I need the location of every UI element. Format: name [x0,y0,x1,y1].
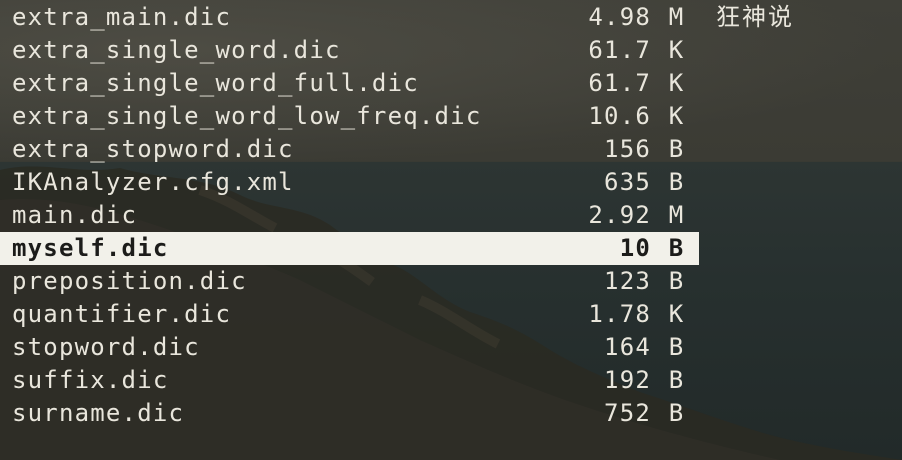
file-size-unit: K [668,300,684,328]
file-size-unit: B [668,399,684,427]
file-row[interactable]: quantifier.dic 1.78 K [0,298,699,331]
file-row[interactable]: extra_main.dic 4.98 M [0,1,699,34]
file-row[interactable]: IKAnalyzer.cfg.xml 635 B [0,166,699,199]
file-name: main.dic [12,201,138,229]
file-size: 156 [604,135,651,163]
file-name: stopword.dic [12,333,200,361]
file-size-unit: B [668,168,684,196]
file-row[interactable]: extra_single_word.dic 61.7 K [0,34,699,67]
file-size-unit: B [668,333,684,361]
file-size-unit: K [668,69,684,97]
file-name: myself.dic [12,234,169,262]
file-name: surname.dic [12,399,185,427]
file-name: quantifier.dic [12,300,232,328]
file-row[interactable]: surname.dic 752 B [0,397,699,430]
file-size-unit: M [668,3,684,31]
file-size: 10 [619,234,651,262]
file-size: 123 [604,267,651,295]
file-size: 4.98 [588,3,651,31]
file-row[interactable]: extra_stopword.dic 156 B [0,133,699,166]
file-size-unit: B [668,135,684,163]
file-name: extra_single_word_low_freq.dic [12,102,482,130]
file-size-unit: B [668,366,684,394]
file-row[interactable]: stopword.dic 164 B [0,331,699,364]
file-row[interactable]: extra_single_word_low_freq.dic 10.6 K [0,100,699,133]
file-size: 752 [604,399,651,427]
file-size: 1.78 [588,300,651,328]
file-size-unit: B [668,267,684,295]
file-size: 10.6 [588,102,651,130]
file-size: 61.7 [588,69,651,97]
file-row-selected[interactable]: myself.dic 10 B [0,232,699,265]
file-size: 2.92 [588,201,651,229]
file-size: 164 [604,333,651,361]
file-size: 61.7 [588,36,651,64]
file-row[interactable]: main.dic 2.92 M [0,199,699,232]
file-size-unit: K [668,102,684,130]
file-name: preposition.dic [12,267,247,295]
file-size-unit: B [668,234,684,262]
file-size: 635 [604,168,651,196]
file-name: suffix.dic [12,366,169,394]
file-row[interactable]: preposition.dic 123 B [0,265,699,298]
file-name: extra_single_word.dic [12,36,341,64]
file-name: extra_main.dic [12,3,232,31]
file-row[interactable]: extra_single_word_full.dic 61.7 K [0,67,699,100]
file-size-unit: M [668,201,684,229]
file-size: 192 [604,366,651,394]
file-size-unit: K [668,36,684,64]
file-listing: extra_main.dic 4.98 Mextra_single_word.dic… [0,1,902,430]
file-row[interactable]: suffix.dic 192 B [0,364,699,397]
file-name: extra_single_word_full.dic [12,69,419,97]
file-name: IKAnalyzer.cfg.xml [12,168,294,196]
file-name: extra_stopword.dic [12,135,294,163]
